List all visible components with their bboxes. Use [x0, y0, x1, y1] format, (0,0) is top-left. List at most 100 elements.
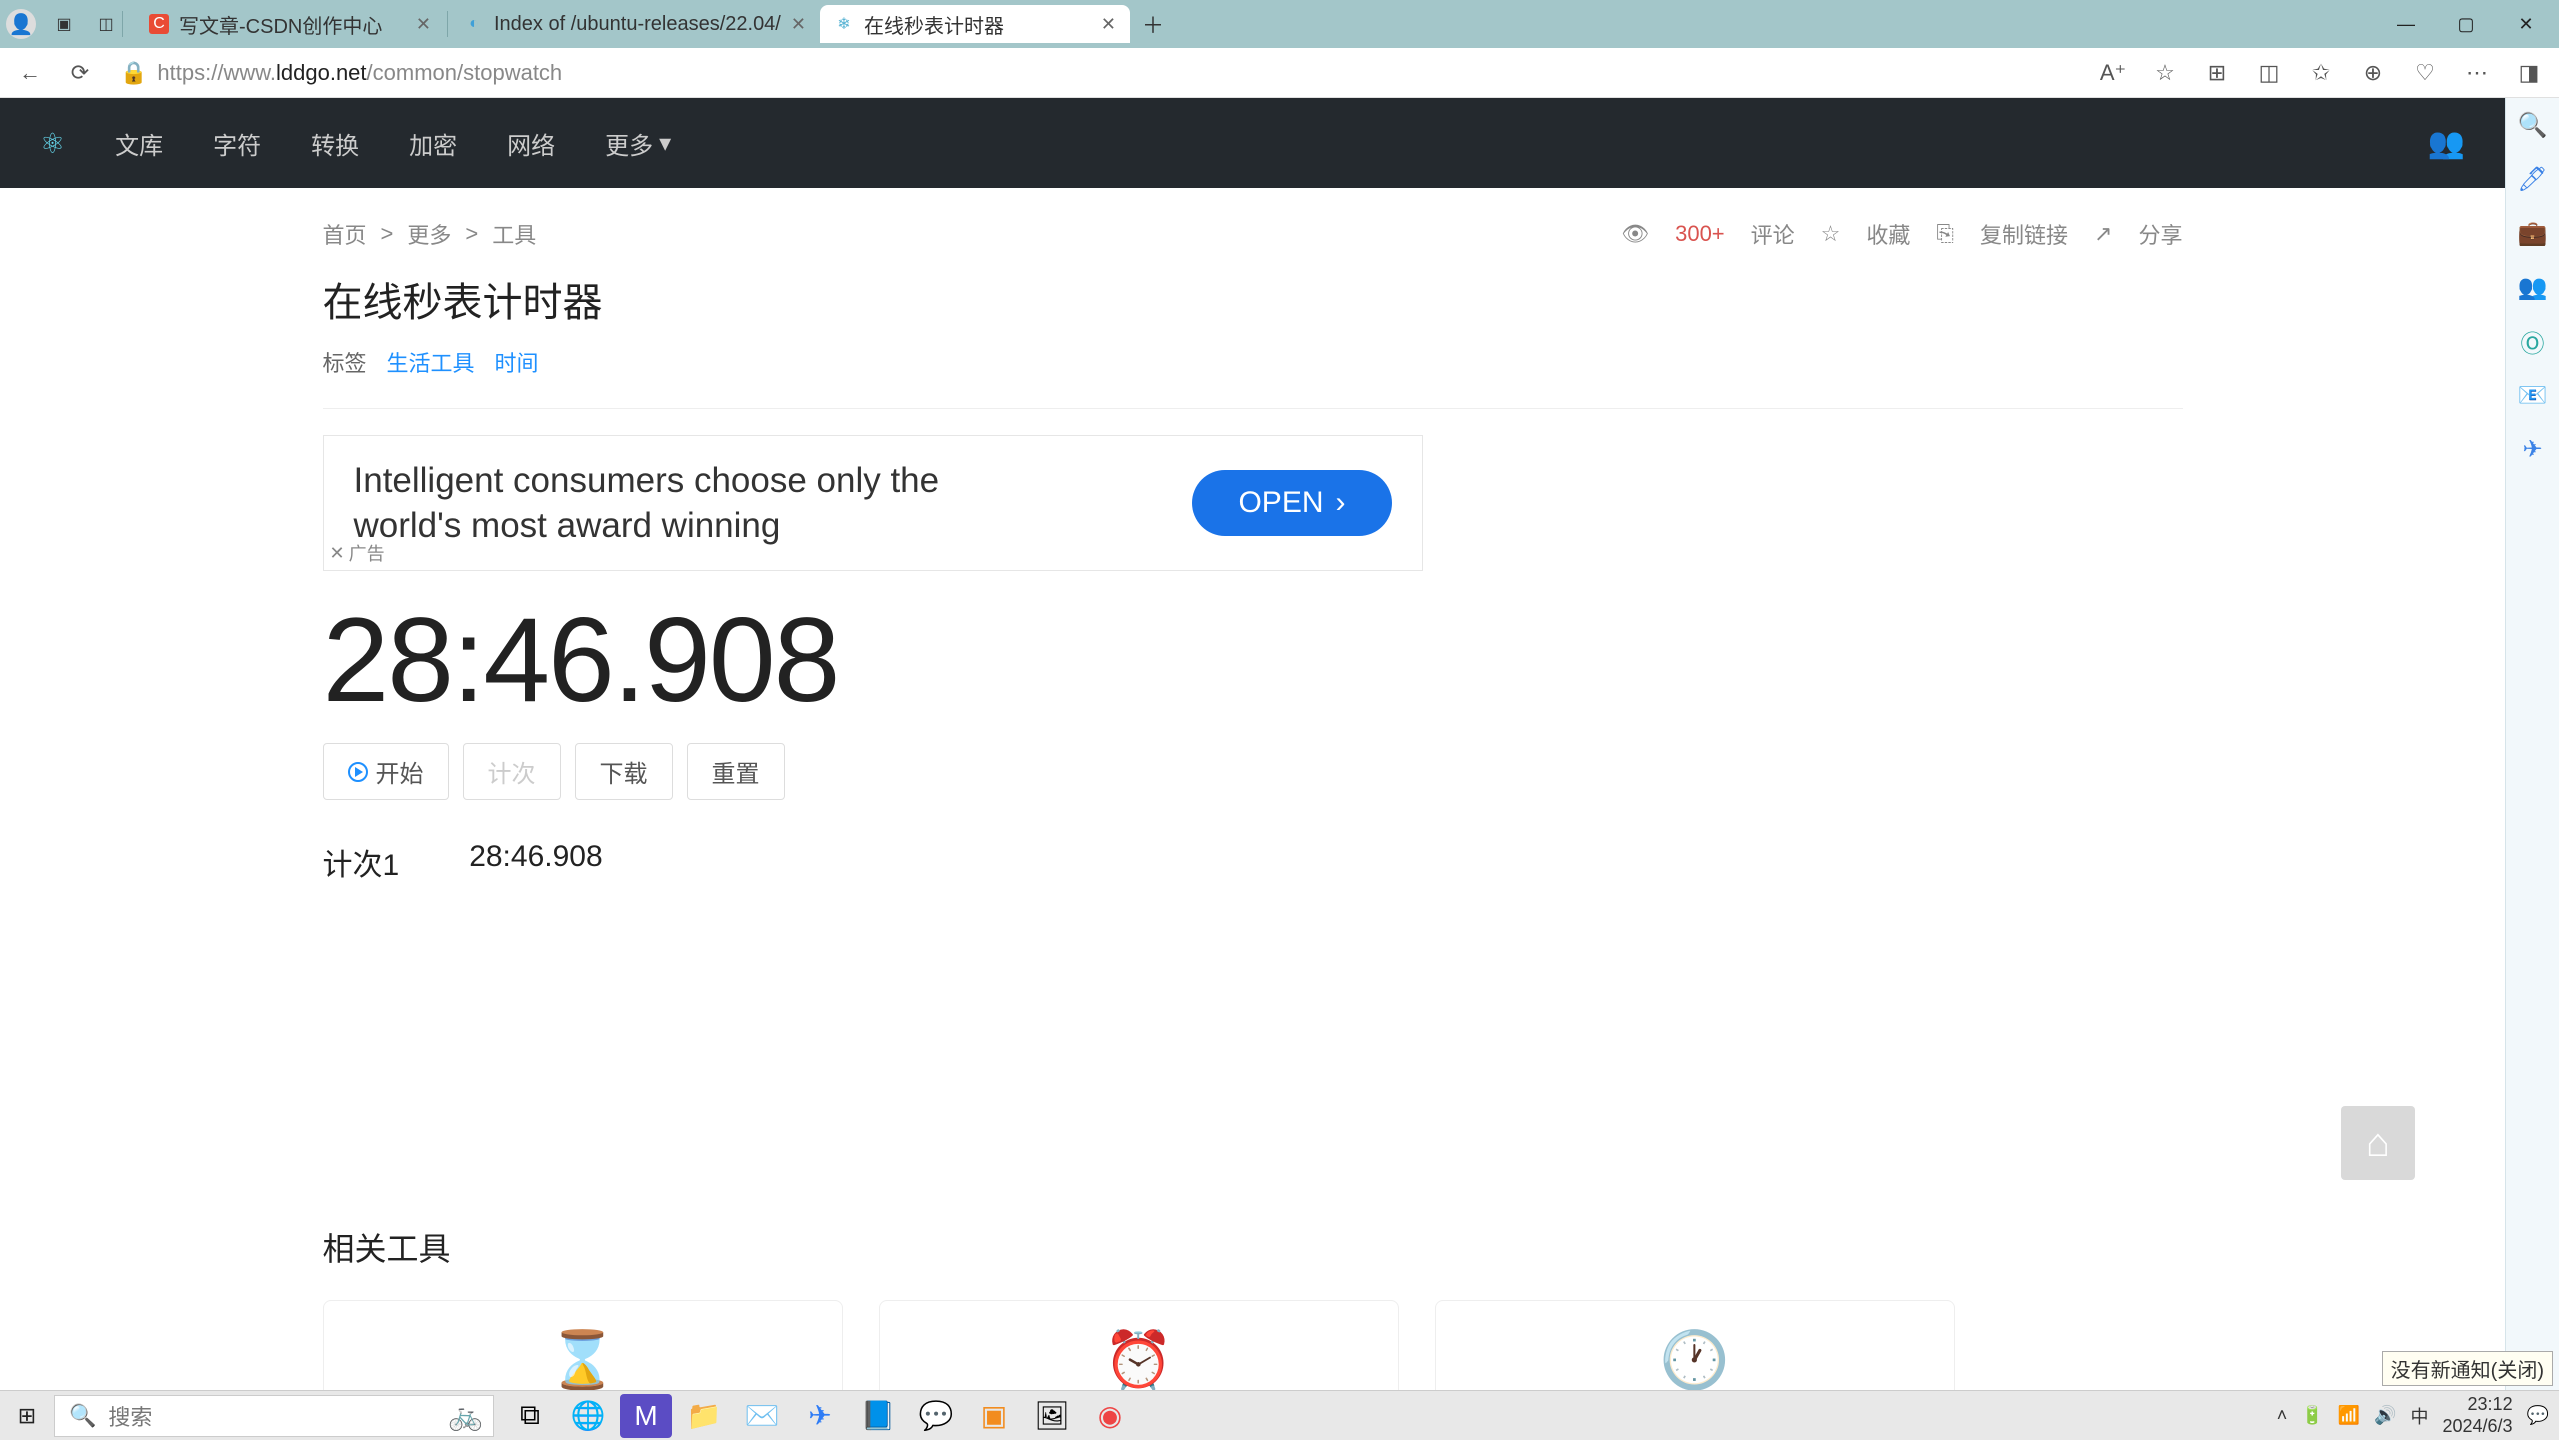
ad-close[interactable]: ✕ 广告	[330, 540, 385, 566]
more-icon[interactable]: ⋯	[2457, 53, 2497, 93]
new-tab-button[interactable]: ＋	[1136, 7, 1170, 41]
app-explorer[interactable]: 📁	[678, 1394, 730, 1438]
reset-button[interactable]: 重置	[687, 743, 785, 800]
home-float-button[interactable]: ⌂	[2341, 1106, 2415, 1180]
copy-link[interactable]: 复制链接	[1980, 218, 2068, 250]
collections-icon[interactable]: ⊕	[2353, 53, 2393, 93]
nav-wenku[interactable]: 文库	[115, 126, 163, 161]
workspaces-icon[interactable]: ▣	[50, 10, 78, 38]
related-heading: 相关工具	[323, 1224, 2183, 1270]
tray-chevron-icon[interactable]: ˄	[2277, 1405, 2288, 1426]
lap-button[interactable]: 计次	[463, 743, 561, 800]
app-wechat[interactable]: 💬	[910, 1394, 962, 1438]
address-bar: ← ⟳ 🔒 https://www.lddgo.net/common/stopw…	[0, 48, 2559, 98]
games-icon[interactable]: 👥	[2516, 270, 2550, 304]
sidebar-toggle-icon[interactable]: ◨	[2509, 53, 2549, 93]
tab-csdn[interactable]: C 写文章-CSDN创作中心 ✕	[135, 5, 445, 43]
outlook-icon[interactable]: 📧	[2516, 378, 2550, 412]
office-icon[interactable]: Ⓞ	[2516, 324, 2550, 358]
tab-stopwatch[interactable]: ❄ 在线秒表计时器 ✕	[820, 5, 1130, 43]
extensions-icon[interactable]: ⊞	[2197, 53, 2237, 93]
card-clock[interactable]: 🕐	[1435, 1300, 1955, 1390]
tag-label: 标签	[323, 346, 367, 378]
app-purple[interactable]: M	[620, 1394, 672, 1438]
close-icon[interactable]: ✕	[1101, 14, 1116, 35]
tab-title: 写文章-CSDN创作中心	[179, 10, 382, 39]
hourglass-icon: ⌛	[548, 1327, 618, 1390]
chevron-down-icon: ▾	[659, 129, 671, 158]
profile-avatar[interactable]: 👤	[6, 9, 36, 39]
favorite-icon[interactable]: ☆	[2145, 53, 2185, 93]
tray-clock[interactable]: 23:12 2024/6/3	[2443, 1394, 2513, 1437]
refresh-button[interactable]: ⟳	[60, 53, 100, 93]
close-icon[interactable]: ✕	[416, 14, 431, 35]
site-logo-icon[interactable]: ⚛	[40, 127, 65, 160]
shopping-icon[interactable]: 💼	[2516, 216, 2550, 250]
app-vmware[interactable]: ▣	[968, 1394, 1020, 1438]
battery-icon[interactable]: 🔋	[2301, 1405, 2323, 1426]
app-snip[interactable]: 🖼	[1026, 1394, 1078, 1438]
app-feishu[interactable]: ✈	[794, 1394, 846, 1438]
nav-zhuanhuan[interactable]: 转换	[311, 126, 359, 161]
send-icon[interactable]: ✈	[2516, 432, 2550, 466]
stopwatch-display: 28:46.908	[323, 591, 2183, 729]
app-edge[interactable]: 🌐	[562, 1394, 614, 1438]
system-tray: ˄ 🔋 📶 🔊 中 23:12 2024/6/3 💬	[2277, 1394, 2559, 1437]
related-cards: ⌛ ⏰ 🕐	[323, 1300, 2183, 1390]
app-mail[interactable]: ✉️	[736, 1394, 788, 1438]
user-icon[interactable]: 👥	[2428, 126, 2465, 161]
nav-zifu[interactable]: 字符	[213, 126, 261, 161]
search-highlight-icon: 🚲	[448, 1399, 483, 1432]
tag-life[interactable]: 生活工具	[387, 346, 475, 378]
taskbar: ⊞ 🔍 搜索 🚲 ⧉ 🌐 M 📁 ✉️ ✈ 📘 💬 ▣ 🖼 ◉ ˄ 🔋 📶 🔊 …	[0, 1390, 2559, 1440]
comments-link[interactable]: 评论	[1751, 218, 1795, 250]
share-link[interactable]: 分享	[2138, 218, 2182, 250]
download-button[interactable]: 下载	[575, 743, 673, 800]
edge-sidebar: 🔍 🖊 💼 👥 Ⓞ 📧 ✈ ＋	[2505, 98, 2559, 1390]
ad-open-button[interactable]: OPEN›	[1192, 470, 1391, 536]
breadcrumb: 首页 > 更多 > 工具 👁 300+ 评论 ☆ 收藏 ⎘ 复制链接 ↗ 分享	[323, 218, 2183, 250]
close-window-button[interactable]: ✕	[2499, 4, 2553, 44]
favorites-bar-icon[interactable]: ✩	[2301, 53, 2341, 93]
back-button[interactable]: ←	[10, 53, 50, 93]
url-field[interactable]: 🔒 https://www.lddgo.net/common/stopwatch	[110, 60, 2083, 86]
tag-time[interactable]: 时间	[495, 346, 539, 378]
card-hourglass[interactable]: ⌛	[323, 1300, 843, 1390]
search-icon[interactable]: 🔍	[2516, 108, 2550, 142]
tab-ubuntu[interactable]: ◐ Index of /ubuntu-releases/22.04/ ✕	[450, 5, 820, 43]
app-notes[interactable]: 📘	[852, 1394, 904, 1438]
nav-more[interactable]: 更多 ▾	[605, 126, 671, 161]
bc-tool[interactable]: 工具	[492, 218, 536, 250]
search-icon: 🔍	[69, 1403, 96, 1429]
read-aloud-icon[interactable]: A⁺	[2093, 53, 2133, 93]
wifi-icon[interactable]: 📶	[2338, 1405, 2360, 1426]
nav-jiami[interactable]: 加密	[409, 126, 457, 161]
ad-banner[interactable]: Intelligent consumers choose only thewor…	[323, 435, 1423, 571]
taskview-icon[interactable]: ⧉	[504, 1394, 556, 1438]
start-button[interactable]: 开始	[323, 743, 449, 800]
card-alarm[interactable]: ⏰	[879, 1300, 1399, 1390]
maximize-button[interactable]: ▢	[2439, 4, 2493, 44]
start-button[interactable]: ⊞	[0, 1391, 54, 1441]
bc-more[interactable]: 更多	[407, 218, 451, 250]
volume-icon[interactable]: 🔊	[2374, 1405, 2396, 1426]
taskbar-search[interactable]: 🔍 搜索 🚲	[54, 1395, 494, 1437]
performance-icon[interactable]: ♡	[2405, 53, 2445, 93]
lap-label: 计次1	[323, 840, 400, 884]
close-icon[interactable]: ✕	[791, 14, 806, 35]
link-icon: ⎘	[1936, 221, 1954, 247]
tools-icon[interactable]: 🖊	[2516, 162, 2550, 196]
lock-icon: 🔒	[120, 60, 147, 86]
view-count: 300+	[1675, 221, 1725, 247]
ime-indicator[interactable]: 中	[2411, 1403, 2429, 1429]
tab-title: 在线秒表计时器	[864, 10, 1004, 39]
nav-wangluo[interactable]: 网络	[507, 126, 555, 161]
tabactions-icon[interactable]: ◫	[92, 10, 120, 38]
split-icon[interactable]: ◫	[2249, 53, 2289, 93]
notifications-icon[interactable]: 💬	[2527, 1405, 2549, 1426]
favorite-link[interactable]: 收藏	[1866, 218, 1910, 250]
app-red[interactable]: ◉	[1084, 1394, 1136, 1438]
bc-home[interactable]: 首页	[323, 218, 367, 250]
play-icon	[348, 762, 368, 782]
minimize-button[interactable]: —	[2379, 4, 2433, 44]
